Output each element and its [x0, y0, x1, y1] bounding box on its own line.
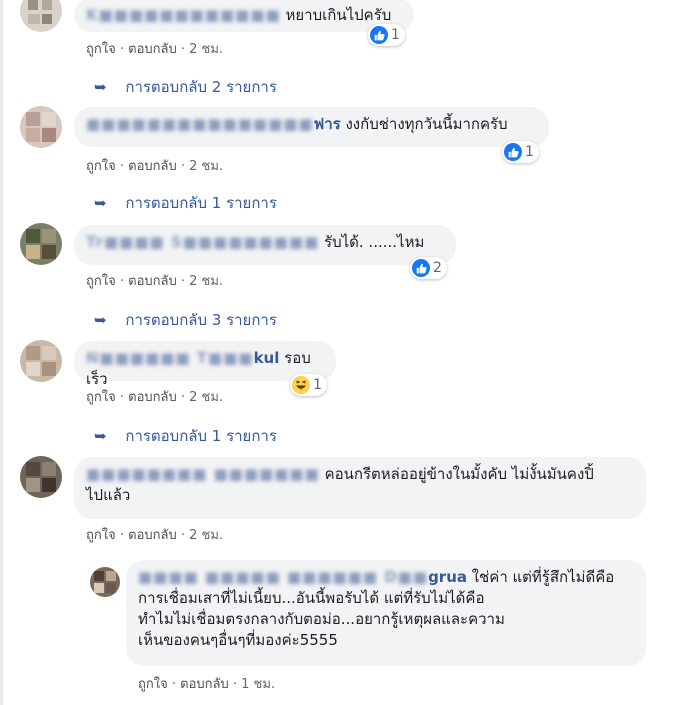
reply-text-line3: ทำไมไม่เชื่อมตรงกลางกับตอม่อ...อยากรู้เห…	[138, 610, 505, 628]
commenter-name-tail[interactable]: ฟาร	[314, 115, 341, 133]
comment-bubble: Tr■■■■ S■■■■■■■■■ รับได้. ......ไหม	[74, 225, 456, 265]
comment-bubble: ■■■■■■■■■■■■■■■ฟาร งงกับช่างทุกวันนี้มาก…	[74, 107, 549, 147]
reply-arrow-icon: ➥	[94, 194, 107, 212]
reaction-summary[interactable]: 2	[410, 257, 447, 279]
avatar[interactable]	[20, 456, 62, 498]
commenter-name[interactable]: N■■■■■■ T■■■	[86, 349, 254, 367]
timestamp[interactable]: 2 ชม.	[189, 390, 223, 405]
avatar[interactable]	[20, 223, 62, 265]
comment-actions: ถูกใจ · ตอบกลับ · 2 ชม.	[86, 528, 224, 543]
reply-link[interactable]: ตอบกลับ	[128, 42, 177, 57]
timestamp[interactable]: 2 ชม.	[189, 528, 223, 543]
reply-link[interactable]: ตอบกลับ	[128, 274, 177, 289]
thumbs-up-icon	[370, 26, 388, 44]
haha-emoji-icon	[292, 376, 310, 394]
reply-avatar[interactable]	[90, 567, 120, 597]
reply-arrow-icon: ➥	[94, 78, 107, 96]
avatar[interactable]	[20, 0, 62, 32]
reply-link[interactable]: ตอบกลับ	[128, 159, 177, 174]
reply-text-line2: การเชื่อมเสาที่ไม่เนี้ยบ...อันนี้พอรับได…	[138, 589, 485, 607]
comment-bubble: ■■■■■■■■ ■■■■■■■ คอนกรีตหล่ออยู่ข้างในมั…	[74, 457, 646, 519]
like-link[interactable]: ถูกใจ	[86, 42, 116, 57]
reply-link[interactable]: ตอบกลับ	[128, 390, 177, 405]
thumbs-up-icon	[504, 143, 522, 161]
comment-text: รับได้. ......ไหม	[324, 233, 425, 251]
reply-arrow-icon: ➥	[94, 427, 107, 445]
reply-text-line1: ใช่ค่า แต่ที่รู้สึกไม่ดีคือ	[471, 568, 615, 586]
reply-arrow-icon: ➥	[94, 311, 107, 329]
comment-text: หยาบเกินไปครับ	[285, 6, 392, 24]
like-link[interactable]: ถูกใจ	[86, 159, 116, 174]
commenter-name[interactable]: ■■■■■■■■ ■■■■■■■	[86, 465, 320, 483]
reaction-summary[interactable]: 1	[502, 141, 539, 163]
commenter-name[interactable]: Tr■■■■ S■■■■■■■■■	[86, 233, 319, 251]
reaction-count: 1	[391, 27, 400, 43]
reaction-count: 1	[525, 144, 534, 160]
comment-actions: ถูกใจ · ตอบกลับ · 2 ชม.	[86, 390, 224, 405]
avatar[interactable]	[20, 106, 62, 148]
thumbs-up-icon	[412, 259, 430, 277]
comment-bubble: K■■■■■■■■■■■■ หยาบเกินไปครับ	[74, 0, 414, 32]
like-link[interactable]: ถูกใจ	[86, 528, 116, 543]
view-replies-link[interactable]: ➥ การตอบกลับ 3 รายการ	[94, 308, 277, 332]
view-replies-link[interactable]: ➥ การตอบกลับ 1 รายการ	[94, 191, 277, 215]
replier-name[interactable]: ■■■■ ■■■■■ ■■■■■■ D■■	[138, 568, 428, 586]
reaction-count: 2	[433, 260, 442, 276]
reply-link[interactable]: ตอบกลับ	[128, 528, 177, 543]
reply-link[interactable]: ตอบกลับ	[180, 677, 229, 692]
comment-actions: ถูกใจ · ตอบกลับ · 2 ชม.	[86, 159, 224, 174]
commenter-name-tail[interactable]: kul	[254, 349, 280, 367]
replies-label: การตอบกลับ 1 รายการ	[125, 427, 277, 445]
timestamp[interactable]: 2 ชม.	[189, 42, 223, 57]
timestamp[interactable]: 2 ชม.	[189, 274, 223, 289]
reply-text-line4: เห็นของคนๆอื่นๆที่มองค่ะ5555	[138, 631, 338, 649]
reaction-summary[interactable]: 1	[368, 24, 405, 46]
comment-text: งงกับช่างทุกวันนี้มากครับ	[345, 115, 508, 133]
avatar[interactable]	[20, 340, 62, 382]
like-link[interactable]: ถูกใจ	[86, 274, 116, 289]
reaction-count: 1	[313, 377, 322, 393]
replier-name-tail[interactable]: grua	[428, 568, 467, 586]
reply-actions: ถูกใจ · ตอบกลับ · 1 ชม.	[138, 677, 276, 692]
comment-text: คอนกรีตหล่ออยู่ข้างในมั้งคับ ไม่งั้นมันค…	[324, 465, 594, 483]
reaction-summary[interactable]: 1	[290, 374, 327, 396]
comment-actions: ถูกใจ · ตอบกลับ · 2 ชม.	[86, 42, 224, 57]
comment-actions: ถูกใจ · ตอบกลับ · 2 ชม.	[86, 274, 224, 289]
replies-label: การตอบกลับ 3 รายการ	[125, 311, 277, 329]
view-replies-link[interactable]: ➥ การตอบกลับ 1 รายการ	[94, 424, 277, 448]
like-link[interactable]: ถูกใจ	[86, 390, 116, 405]
view-replies-link[interactable]: ➥ การตอบกลับ 2 รายการ	[94, 75, 277, 99]
comment-text-line2: ไปแล้ว	[86, 486, 131, 504]
replies-label: การตอบกลับ 1 รายการ	[125, 194, 277, 212]
commenter-name[interactable]: K■■■■■■■■■■■■	[86, 6, 281, 24]
like-link[interactable]: ถูกใจ	[138, 677, 168, 692]
replies-label: การตอบกลับ 2 รายการ	[125, 78, 277, 96]
timestamp[interactable]: 2 ชม.	[189, 159, 223, 174]
reply-bubble: ■■■■ ■■■■■ ■■■■■■ D■■grua ใช่ค่า แต่ที่ร…	[126, 560, 646, 666]
commenter-name[interactable]: ■■■■■■■■■■■■■■■	[86, 115, 314, 133]
left-divider	[0, 0, 3, 705]
timestamp[interactable]: 1 ชม.	[241, 677, 275, 692]
